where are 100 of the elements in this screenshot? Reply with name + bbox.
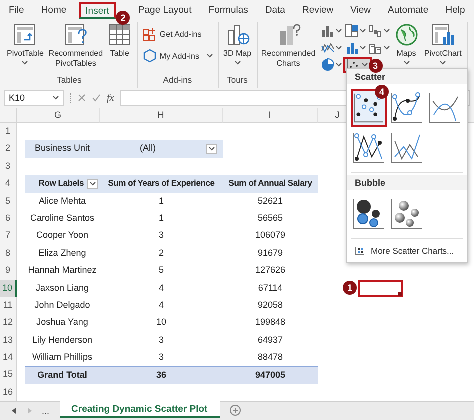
ribbon-tab[interactable]: Data [260, 2, 290, 18]
column-header: H [100, 108, 223, 123]
row-header: 15 [0, 366, 17, 384]
row-header: 13 [0, 332, 17, 350]
ribbon-tab[interactable]: File [4, 2, 30, 18]
fill-handle[interactable] [398, 292, 402, 296]
table-cell-text: 1 [158, 194, 165, 208]
row-header: 14 [0, 349, 17, 366]
chart-type-button[interactable] [366, 23, 392, 39]
table-cell-text: 88478 [256, 351, 284, 364]
caret-icon [362, 63, 368, 67]
filter-dropdown-button[interactable] [87, 178, 98, 189]
group-label: Tours [226, 74, 249, 86]
ribbon-button[interactable]: Recommended Charts [260, 22, 317, 69]
table-cell-text: Jaxson Liang [34, 282, 90, 295]
callout-badge: 4 [375, 85, 389, 99]
globe-icon [394, 23, 419, 47]
previous-sheet-icon[interactable] [12, 408, 17, 414]
menu-item[interactable]: More Scatter Charts... [347, 241, 462, 258]
table-cell-text: 4 [158, 282, 165, 295]
table-cell-text: Caroline Santos [29, 212, 96, 225]
total-cell: 947005 [223, 366, 318, 384]
table-cell-text: 1 [158, 212, 165, 225]
sheet-tab[interactable]: Creating Dynamic Scatter Plot [60, 401, 220, 418]
table-cell-text: 199848 [254, 316, 287, 330]
total-cell: 36 [100, 366, 223, 384]
ribbon-tab[interactable]: Insert [78, 2, 116, 18]
table-cell-text: 5 [158, 264, 165, 278]
column-heading: Row Labels [38, 177, 84, 190]
ribbon-tab[interactable]: Home [36, 2, 72, 18]
pivot-chart-icon [431, 23, 456, 47]
ribbon-button[interactable]: PivotTable [5, 22, 46, 66]
ribbon-button[interactable]: PivotChart [422, 22, 464, 66]
menu-heading: Scatter [347, 69, 467, 84]
chart-type-button[interactable] [342, 23, 368, 39]
row-header: 3 [0, 158, 17, 176]
line-chart-icon [320, 41, 335, 55]
ribbon-button[interactable]: Recommended PivotTables [48, 22, 104, 69]
row-header: 16 [0, 384, 17, 402]
table-cell-text: 64937 [256, 334, 284, 347]
caret-icon [336, 63, 342, 67]
hexagon-icon [142, 49, 157, 63]
caret-icon [360, 46, 366, 50]
ribbon-tab[interactable]: View [346, 2, 376, 18]
ribbon-tab[interactable]: Page Layout [133, 2, 197, 18]
table-cell-text: 4 [158, 298, 165, 312]
table-cell-text: Lily Henderson [31, 334, 94, 347]
filter-dropdown-button[interactable] [206, 144, 217, 154]
table-icon [108, 23, 132, 47]
add-sheet-icon[interactable] [230, 405, 241, 416]
pivot-table-icon [13, 23, 38, 47]
row-header: 10 [0, 280, 17, 297]
column-heading: Sum of Years of Experience [100, 175, 223, 193]
table-cell-text: William Phillips [31, 351, 94, 364]
ribbon-button[interactable]: My Add-ins [140, 48, 214, 64]
row-header: 11 [0, 296, 17, 314]
column-header: I [223, 108, 318, 123]
ribbon-tab[interactable]: Help [440, 2, 470, 18]
scatter-straight-lines-markers-icon [352, 131, 386, 165]
table-cell-text: Cooper Yoon [35, 229, 90, 242]
table-cell-text: John Delgado [34, 298, 92, 312]
check-icon[interactable] [92, 94, 101, 102]
row-header: 5 [0, 192, 17, 210]
table-cell-text: Eliza Zheng [38, 246, 88, 260]
table-cell-text: Joshua Yang [36, 316, 90, 330]
ribbon-button[interactable]: Get Add-ins [140, 26, 214, 42]
row-header: 6 [0, 210, 17, 228]
more-sheets-button[interactable]: ... [42, 406, 50, 416]
table-cell-text: 91679 [256, 246, 284, 260]
caret-icon [384, 46, 390, 50]
callout-badge: 2 [116, 10, 130, 24]
name-box[interactable]: K10 [4, 90, 64, 106]
table-cell-text: 10 [155, 316, 168, 330]
ribbon-tab[interactable]: Review [297, 2, 339, 18]
row-header: 9 [0, 262, 17, 280]
row-header: 12 [0, 314, 17, 332]
scatter-icon [355, 246, 365, 256]
caret-icon [360, 29, 366, 33]
caret-icon [336, 46, 342, 50]
ribbon-button[interactable]: Maps [392, 22, 421, 66]
insert-function-button[interactable]: fx [107, 92, 114, 104]
waterfall-chart-icon [368, 24, 383, 38]
filter-label: Business Unit [25, 140, 100, 158]
cell-reference: K10 [9, 93, 26, 103]
table-cell-text: Alice Mehta [38, 194, 88, 208]
menu-heading: Bubble [347, 175, 467, 190]
ribbon-button[interactable]: 3D Map [222, 22, 254, 66]
cancel-icon[interactable] [78, 94, 86, 102]
caret-icon [336, 29, 342, 33]
ribbon-tab[interactable]: Automate [383, 2, 434, 18]
table-cell-text: 3 [158, 351, 165, 364]
ribbon-button[interactable]: Table [106, 22, 134, 60]
table-cell-text: Hannah Martinez [27, 264, 98, 278]
row-header: 4 [0, 175, 17, 193]
chart-option[interactable] [351, 89, 387, 127]
map-icon [226, 23, 250, 47]
caret-icon [53, 96, 59, 100]
caret-icon [90, 182, 96, 186]
ribbon-tab[interactable]: Formulas [204, 2, 254, 18]
row-header: 1 [0, 123, 17, 140]
